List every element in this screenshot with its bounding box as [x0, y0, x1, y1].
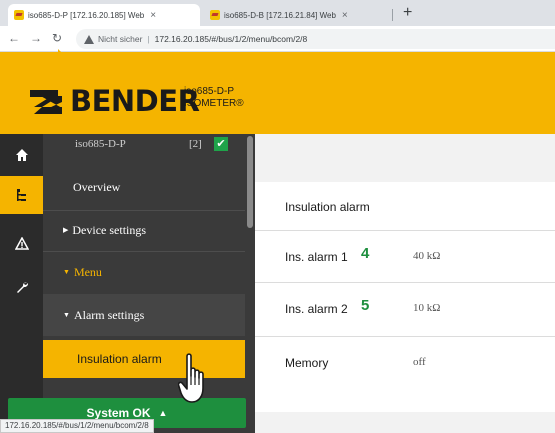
- warning-triangle-icon[interactable]: [0, 224, 43, 262]
- sidebar-item-menu[interactable]: ▼ Menu: [43, 252, 245, 292]
- sidebar-item-label: Overview: [73, 179, 121, 194]
- setting-row-ins-alarm-2[interactable]: Ins. alarm 2 5 10 kΩ: [255, 282, 555, 334]
- sidebar-device-label: iso685-D-P: [75, 138, 126, 150]
- header-device-name: iso685-D-P: [184, 86, 235, 97]
- insulation-alarm-panel: Insulation alarm Ins. alarm 1 4 40 kΩ In…: [255, 182, 555, 412]
- scrollbar-thumb[interactable]: [247, 136, 253, 228]
- reload-icon[interactable]: ↻: [52, 31, 62, 45]
- chevron-up-icon: ▲: [158, 408, 168, 418]
- bender-favicon-icon: [14, 10, 24, 20]
- sidebar-item-alarm-settings[interactable]: ▼ Alarm settings: [43, 294, 245, 336]
- sidebar-item-label: Device settings: [72, 222, 147, 237]
- sidebar-item-device-settings[interactable]: ▶ Device settings: [43, 210, 245, 250]
- icon-rail: [0, 134, 43, 433]
- setting-value[interactable]: off: [413, 356, 426, 368]
- tab-close-icon[interactable]: ×: [150, 10, 156, 21]
- tab-close-icon[interactable]: ×: [342, 10, 348, 21]
- sidebar-device-row[interactable]: iso685-D-P [2] ✔: [43, 134, 245, 156]
- bender-favicon-icon: [210, 10, 220, 20]
- sidebar-item-label: Insulation alarm: [77, 352, 162, 366]
- section-title: Insulation alarm: [285, 200, 370, 214]
- setting-label: Ins. alarm 1: [285, 250, 348, 264]
- sidebar: iso685-D-P [2] ✔ Overview ▶ Device setti…: [43, 134, 255, 433]
- system-status-label: System OK: [86, 406, 151, 420]
- wrench-icon[interactable]: [0, 268, 43, 306]
- sidebar-item-insulation-alarm[interactable]: Insulation alarm: [43, 340, 245, 378]
- setting-label: Ins. alarm 2: [285, 302, 348, 316]
- device-tree-icon[interactable]: [0, 176, 43, 214]
- tab-title: iso685-D-P [172.16.20.185] Web: [28, 10, 145, 20]
- selection-pointer-icon: [58, 49, 67, 67]
- back-arrow-icon[interactable]: ←: [8, 31, 20, 45]
- setting-label: Memory: [285, 356, 329, 370]
- sidebar-item-label: Alarm settings: [73, 307, 145, 322]
- caret-down-icon: ▼: [63, 268, 70, 276]
- browser-tab-iso685-d-b[interactable]: iso685-D-B [172.16.21.84] Web ×: [204, 4, 388, 26]
- hand-cursor-icon: [178, 353, 204, 403]
- address-bar[interactable]: Nicht sicher | 172.16.20.185/#/bus/1/2/m…: [76, 29, 555, 49]
- address-separator: |: [147, 34, 150, 44]
- callout-number: 5: [361, 297, 370, 314]
- caret-right-icon: ▶: [63, 226, 69, 234]
- new-tab-icon[interactable]: +: [403, 4, 412, 22]
- checkmark-icon: ✔: [214, 137, 228, 151]
- browser-tab-iso685-d-p[interactable]: iso685-D-P [172.16.20.185] Web ×: [8, 4, 200, 26]
- browser-tab-strip: iso685-D-P [172.16.20.185] Web × iso685-…: [0, 0, 555, 26]
- link-status-url: 172.16.20.185/#/bus/1/2/menu/bcom/2/8: [0, 419, 154, 433]
- caret-down-icon: ▼: [63, 311, 70, 319]
- callout-number: 4: [361, 245, 370, 262]
- security-label: Nicht sicher: [98, 34, 143, 44]
- setting-row-ins-alarm-1[interactable]: Ins. alarm 1 4 40 kΩ: [255, 230, 555, 282]
- bender-logo-icon: [30, 90, 62, 114]
- sidebar-item-overview[interactable]: Overview: [43, 168, 245, 206]
- tab-title: iso685-D-B [172.16.21.84] Web: [224, 10, 336, 20]
- brand-name: BENDER: [70, 84, 200, 118]
- warning-icon: [84, 34, 94, 44]
- setting-row-memory[interactable]: Memory off: [255, 336, 555, 388]
- tab-separator: [392, 9, 393, 21]
- sidebar-scrollbar[interactable]: [245, 134, 255, 433]
- setting-value[interactable]: 10 kΩ: [413, 302, 440, 314]
- home-icon[interactable]: [0, 136, 43, 174]
- setting-value[interactable]: 40 kΩ: [413, 250, 440, 262]
- address-url: 172.16.20.185/#/bus/1/2/menu/bcom/2/8: [154, 34, 308, 44]
- app-header: BENDER iso685-D-P ISOMETER®: [0, 52, 555, 134]
- browser-toolbar: ← → ↻ Nicht sicher | 172.16.20.185/#/bus…: [0, 26, 555, 52]
- forward-arrow-icon[interactable]: →: [30, 31, 42, 45]
- header-device-type: ISOMETER®: [184, 98, 244, 109]
- sidebar-device-count: [2]: [189, 138, 202, 150]
- sidebar-item-label: Menu: [73, 264, 102, 279]
- main-content: Insulation alarm Ins. alarm 1 4 40 kΩ In…: [255, 134, 555, 433]
